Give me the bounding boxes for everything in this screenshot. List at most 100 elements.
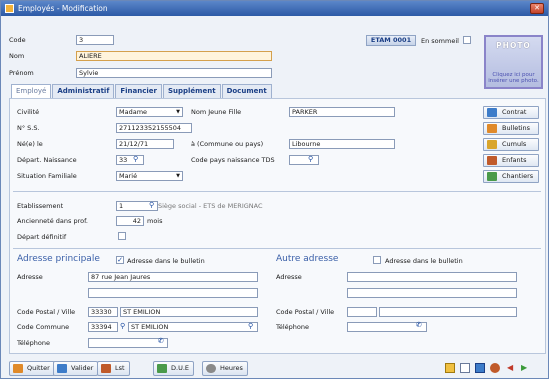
tab-employe[interactable]: Employé (11, 84, 52, 99)
depart-checkbox[interactable] (118, 232, 126, 240)
cp-field[interactable]: 33330 (88, 307, 118, 317)
chantiers-button[interactable]: Chantiers (483, 170, 539, 183)
window-title: Employés - Modification (18, 4, 108, 13)
commune-name-search-icon[interactable]: ⚲ (248, 322, 253, 330)
commune-search-icon[interactable]: ⚲ (120, 322, 125, 330)
due-icon (157, 364, 167, 373)
autre-ville-field[interactable] (379, 307, 517, 317)
clock-icon (206, 364, 216, 373)
autre-tel-label: Téléphone (276, 323, 310, 331)
photo-title: PHOTO (496, 41, 531, 50)
code-pays-label: Code pays naissance TDS (191, 156, 275, 164)
cp-label: Code Postal / Ville (17, 308, 76, 316)
quit-icon (13, 364, 23, 373)
civilite-label: Civilité (17, 108, 40, 116)
commune-naissance-field[interactable]: Libourne (289, 139, 395, 149)
enfants-button[interactable]: Enfants (483, 154, 539, 167)
autre-cp-label: Code Postal / Ville (276, 308, 335, 316)
tab-administratif[interactable]: Administratif (52, 84, 115, 98)
app-icon (5, 4, 14, 13)
nss-field[interactable]: 271123352155504 (116, 123, 192, 133)
situation-select[interactable]: Marié (116, 171, 183, 181)
code-field[interactable]: 3 (76, 35, 114, 45)
bulletins-button[interactable]: Bulletins (483, 122, 539, 135)
due-button[interactable]: D.U.E (153, 361, 195, 376)
nom-jf-field[interactable]: PARKER (289, 107, 395, 117)
globe-icon[interactable] (490, 363, 500, 373)
contrat-button[interactable]: Contrat (483, 106, 539, 119)
autre-adresse-title: Autre adresse (276, 254, 339, 264)
divider (13, 248, 541, 249)
contract-icon (487, 108, 497, 117)
chantiers-icon (487, 172, 497, 181)
autre-cp-field[interactable] (347, 307, 377, 317)
nom-jf-label: Nom Jeune Fille (191, 108, 242, 116)
nss-label: N° S.S. (17, 124, 40, 132)
commune-naissance-label: à (Commune ou pays) (191, 140, 264, 148)
autre-bulletin-label: Adresse dans le bulletin (385, 257, 463, 265)
cumuls-button[interactable]: Cumuls (483, 138, 539, 151)
nom-label: Nom (9, 52, 25, 60)
autre-adresse-label: Adresse (276, 273, 302, 281)
etab-description: Siège social - ETS de MERIGNAC (158, 202, 263, 210)
adresse-principale-title: Adresse principale (17, 254, 100, 264)
autre-adresse-field-1[interactable] (347, 272, 517, 282)
code-pays-search-icon[interactable]: ⚲ (308, 155, 313, 163)
employee-window: Employés - Modification ✕ Code 3 Nom ALI… (0, 0, 549, 379)
adresse-bulletin-label: Adresse dans le bulletin (127, 257, 205, 265)
chart-icon[interactable] (475, 363, 485, 373)
prenom-field[interactable]: Sylvie (76, 68, 272, 78)
tel-field[interactable] (88, 338, 168, 348)
situation-label: Situation Familiale (17, 172, 77, 180)
divider (13, 191, 541, 192)
heures-button[interactable]: Heures (202, 361, 248, 376)
adresse-bulletin-checkbox[interactable]: ✓ (116, 256, 124, 264)
liste-button[interactable]: Lst (97, 361, 130, 376)
dept-search-icon[interactable]: ⚲ (133, 155, 138, 163)
ville-field[interactable]: ST EMILION (120, 307, 258, 317)
dept-label: Départ. Naissance (17, 156, 77, 164)
etab-search-icon[interactable]: ⚲ (149, 201, 154, 209)
list-icon (101, 364, 111, 373)
adresse-field-1[interactable]: 87 rue Jean Jaures (88, 272, 258, 282)
export-icon[interactable] (445, 363, 455, 373)
autre-phone-icon[interactable]: ✆ (416, 321, 422, 329)
children-icon (487, 156, 497, 165)
etam-badge[interactable]: ETAM 0001 (366, 35, 416, 46)
commune-code-field[interactable]: 33394 (88, 322, 118, 332)
tab-document[interactable]: Document (221, 84, 272, 98)
adresse-field-2[interactable] (88, 288, 258, 298)
depart-label: Départ définitif (17, 233, 67, 241)
valider-button[interactable]: Valider (53, 361, 99, 376)
adresse-label: Adresse (17, 273, 43, 281)
sommeil-checkbox[interactable] (463, 36, 471, 44)
nom-field[interactable]: ALIERE (76, 51, 272, 61)
commune-name-field[interactable]: ST EMILION (128, 322, 258, 332)
nele-field[interactable]: 21/12/71 (116, 139, 174, 149)
etab-label: Etablissement (17, 202, 64, 210)
photo-box[interactable]: PHOTO Cliquez ici pour insérer une photo… (484, 35, 543, 89)
cumuls-icon (487, 140, 497, 149)
sommeil-label: En sommeil (421, 37, 459, 45)
previous-icon[interactable]: ◀ (507, 364, 513, 372)
autre-bulletin-checkbox[interactable] (373, 256, 381, 264)
photo-hint: Cliquez ici pour insérer une photo. (488, 72, 539, 84)
autre-tel-field[interactable] (347, 322, 427, 332)
phone-icon[interactable]: ✆ (158, 337, 164, 345)
anciennete-field[interactable]: 42 (116, 216, 144, 226)
anciennete-unit: mois (147, 217, 163, 225)
quitter-button[interactable]: Quitter (9, 361, 55, 376)
tab-bar: Employé Administratif Financier Suppléme… (11, 84, 273, 99)
dept-field[interactable]: 33 (116, 155, 144, 165)
tab-financier[interactable]: Financier (115, 84, 162, 98)
code-pays-field[interactable] (289, 155, 319, 165)
document-icon[interactable] (460, 363, 470, 373)
next-icon[interactable]: ▶ (521, 364, 527, 372)
title-bar: Employés - Modification ✕ (1, 1, 548, 16)
close-button[interactable]: ✕ (530, 3, 544, 14)
civilite-select[interactable]: Madame (116, 107, 183, 117)
code-label: Code (9, 36, 26, 44)
tab-supplement[interactable]: Supplément (162, 84, 221, 98)
commune-label: Code Commune (17, 323, 70, 331)
autre-adresse-field-2[interactable] (347, 288, 517, 298)
